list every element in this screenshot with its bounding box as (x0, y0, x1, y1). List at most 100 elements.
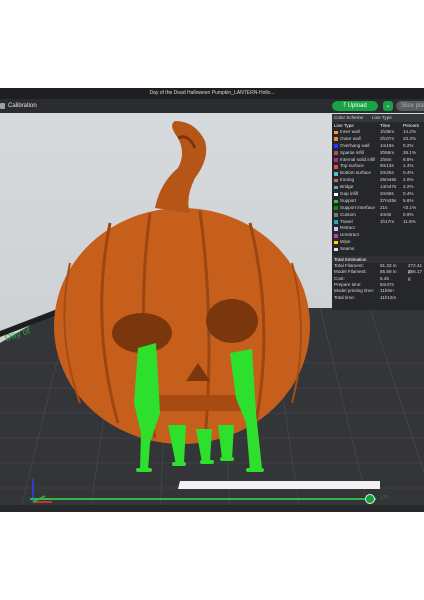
legend-row[interactable]: Wipe (332, 239, 424, 246)
legend-row-percent: 0.4% (403, 170, 414, 176)
legend-row-name: Custom (340, 211, 356, 217)
legend-row-name: Internal solid infill (340, 156, 376, 162)
legend-row-name: Retract (340, 225, 355, 231)
legend-row[interactable]: Sparse infill 2h56m 26.1% (332, 150, 424, 157)
color-scheme-header[interactable]: Color Scheme Line Type (332, 114, 424, 122)
legend-row-time: 21s (380, 204, 388, 210)
legend-row-name: Sparse infill (340, 149, 364, 155)
legend-swatch (334, 220, 338, 224)
legend-swatch (334, 192, 338, 197)
estimation-value: 11h12m (380, 294, 397, 300)
legend-row-percent: 14.2% (403, 129, 417, 134)
legend-row-percent: 11.5% (403, 218, 416, 224)
legend-swatch (334, 240, 338, 245)
legend-swatch (334, 178, 338, 183)
legend-swatch (334, 227, 338, 231)
legend-row[interactable]: Top surface 9m13s 1.4% (332, 163, 424, 170)
calibration-tab[interactable]: Calibration (8, 99, 37, 113)
legend-row[interactable]: Seams (332, 246, 424, 253)
legend-swatch (334, 199, 338, 204)
legend-swatch (334, 137, 338, 142)
col-time: Time (380, 123, 391, 128)
upload-dropdown-button[interactable]: ⌄ (383, 101, 393, 111)
legend-rows: Inner wall 1h36m 14.2% Outer wall 2h37m 23.3%… (332, 129, 424, 253)
legend-row-percent: <0.1% (403, 204, 417, 210)
legend-row-name: Gap infill (340, 191, 358, 197)
color-scheme-select[interactable]: Line Type (372, 114, 392, 122)
legend-row-name: Bridge (340, 184, 354, 190)
legend-row-name: Inner wall (340, 129, 360, 134)
legend-row[interactable]: Internal solid infill 1h6m 9.8% (332, 157, 424, 164)
legend-row[interactable]: Inner wall 1h36m 14.2% (332, 129, 424, 136)
legend-row[interactable]: Unretract (332, 232, 424, 239)
legend-row-time: 26m46s (380, 177, 397, 183)
legend-row-name: Unretract (340, 232, 359, 238)
legend-row-time: 2h37m (380, 135, 395, 141)
estimation-rows: Total Filament: 91.33 m 272.41 g Model Fila… (332, 263, 424, 301)
toolbar: Calibration ⤒ Upload ⌄ Slice plate (0, 99, 424, 113)
legend-row-time: 37m25s (380, 197, 397, 203)
legend-row-percent: 0.9% (403, 211, 414, 217)
legend-row-name: Bottom surface (340, 170, 371, 176)
legend-row-time: 1h6m (380, 156, 392, 162)
legend-row-time: 1m19s (380, 142, 394, 148)
legend-row[interactable]: Custom 4m0s 0.9% (332, 212, 424, 219)
upload-button[interactable]: ⤒ Upload (332, 101, 378, 111)
legend-column-headers: Line Type Time Percent (332, 122, 424, 129)
legend-row-name: Top surface (340, 163, 364, 169)
legend-row[interactable]: Gap infill 2m59s 0.4% (332, 191, 424, 198)
calibration-icon (0, 103, 5, 109)
legend-swatch (334, 206, 338, 210)
plate-label-strip (178, 481, 380, 489)
legend-row-time: 14m47s (380, 184, 397, 190)
legend-row-name: Overhang wall (340, 142, 370, 148)
col-percent: Percent (403, 123, 419, 128)
window-title: Day of the Dead Halloween Pumpkin_LANTER… (0, 88, 424, 99)
legend-row-time: 4m0s (380, 211, 392, 217)
layer-slider-track[interactable] (30, 498, 376, 500)
legend-row-name: Support (340, 197, 357, 203)
legend-row-time: 1h36m (380, 129, 395, 134)
legend-swatch (334, 185, 338, 190)
legend-row[interactable]: Travel 1h17m 11.5% (332, 219, 424, 226)
legend-row[interactable]: Ironing 26m46s 4.0% (332, 177, 424, 184)
estimation-row: Total time: 11h12m (332, 295, 424, 301)
legend-row-time: 2m59s (380, 191, 394, 197)
legend-row-percent: 5.6% (403, 197, 414, 203)
legend-swatch (334, 233, 338, 238)
legend-swatch (334, 158, 338, 162)
legend-swatch (334, 130, 338, 135)
legend-swatch (334, 213, 338, 217)
legend-row[interactable]: Support 37m25s 5.6% (332, 198, 424, 205)
legend-row-time: 2h56m (380, 149, 395, 155)
legend-row-name: Travel (340, 218, 353, 224)
legend-row-percent: 4.0% (403, 177, 414, 183)
legend-swatch (334, 171, 338, 176)
legend-panel: Color Scheme Line Type Line Type Time Pe… (332, 114, 424, 310)
legend-row-percent: 2.2% (403, 184, 414, 190)
legend-swatch (334, 247, 338, 252)
legend-row[interactable]: Support interface 21s <0.1% (332, 205, 424, 212)
legend-row[interactable]: Overhang wall 1m19s 0.2% (332, 143, 424, 150)
legend-row[interactable]: Bottom surface 2m25s 0.4% (332, 170, 424, 177)
slice-plate-button[interactable]: Slice plate (396, 101, 424, 111)
legend-row-percent: 0.2% (403, 142, 414, 148)
bottom-bar (0, 505, 424, 512)
estimation-title: Total Estimation (332, 256, 424, 264)
legend-row[interactable]: Outer wall 2h37m 23.3% (332, 136, 424, 143)
legend-swatch (334, 165, 338, 169)
legend-row-percent: 0.4% (403, 191, 414, 197)
col-line-type: Line Type (334, 123, 354, 128)
layer-slider-value: 176 (380, 495, 389, 501)
legend-row-percent: 1.4% (403, 163, 414, 169)
chevron-down-icon: ⌄ (385, 103, 391, 109)
legend-row-percent: 26.1% (403, 149, 417, 155)
legend-row-name: Outer wall (340, 135, 361, 141)
color-scheme-label: Color Scheme (334, 115, 364, 120)
upload-icon: ⤒ (343, 103, 346, 109)
legend-swatch (334, 144, 338, 148)
legend-row-time: 1h17m (380, 218, 395, 224)
legend-row[interactable]: Bridge 14m47s 2.2% (332, 184, 424, 191)
legend-row[interactable]: Retract (332, 225, 424, 232)
estimation-label: Total time: (334, 294, 355, 300)
